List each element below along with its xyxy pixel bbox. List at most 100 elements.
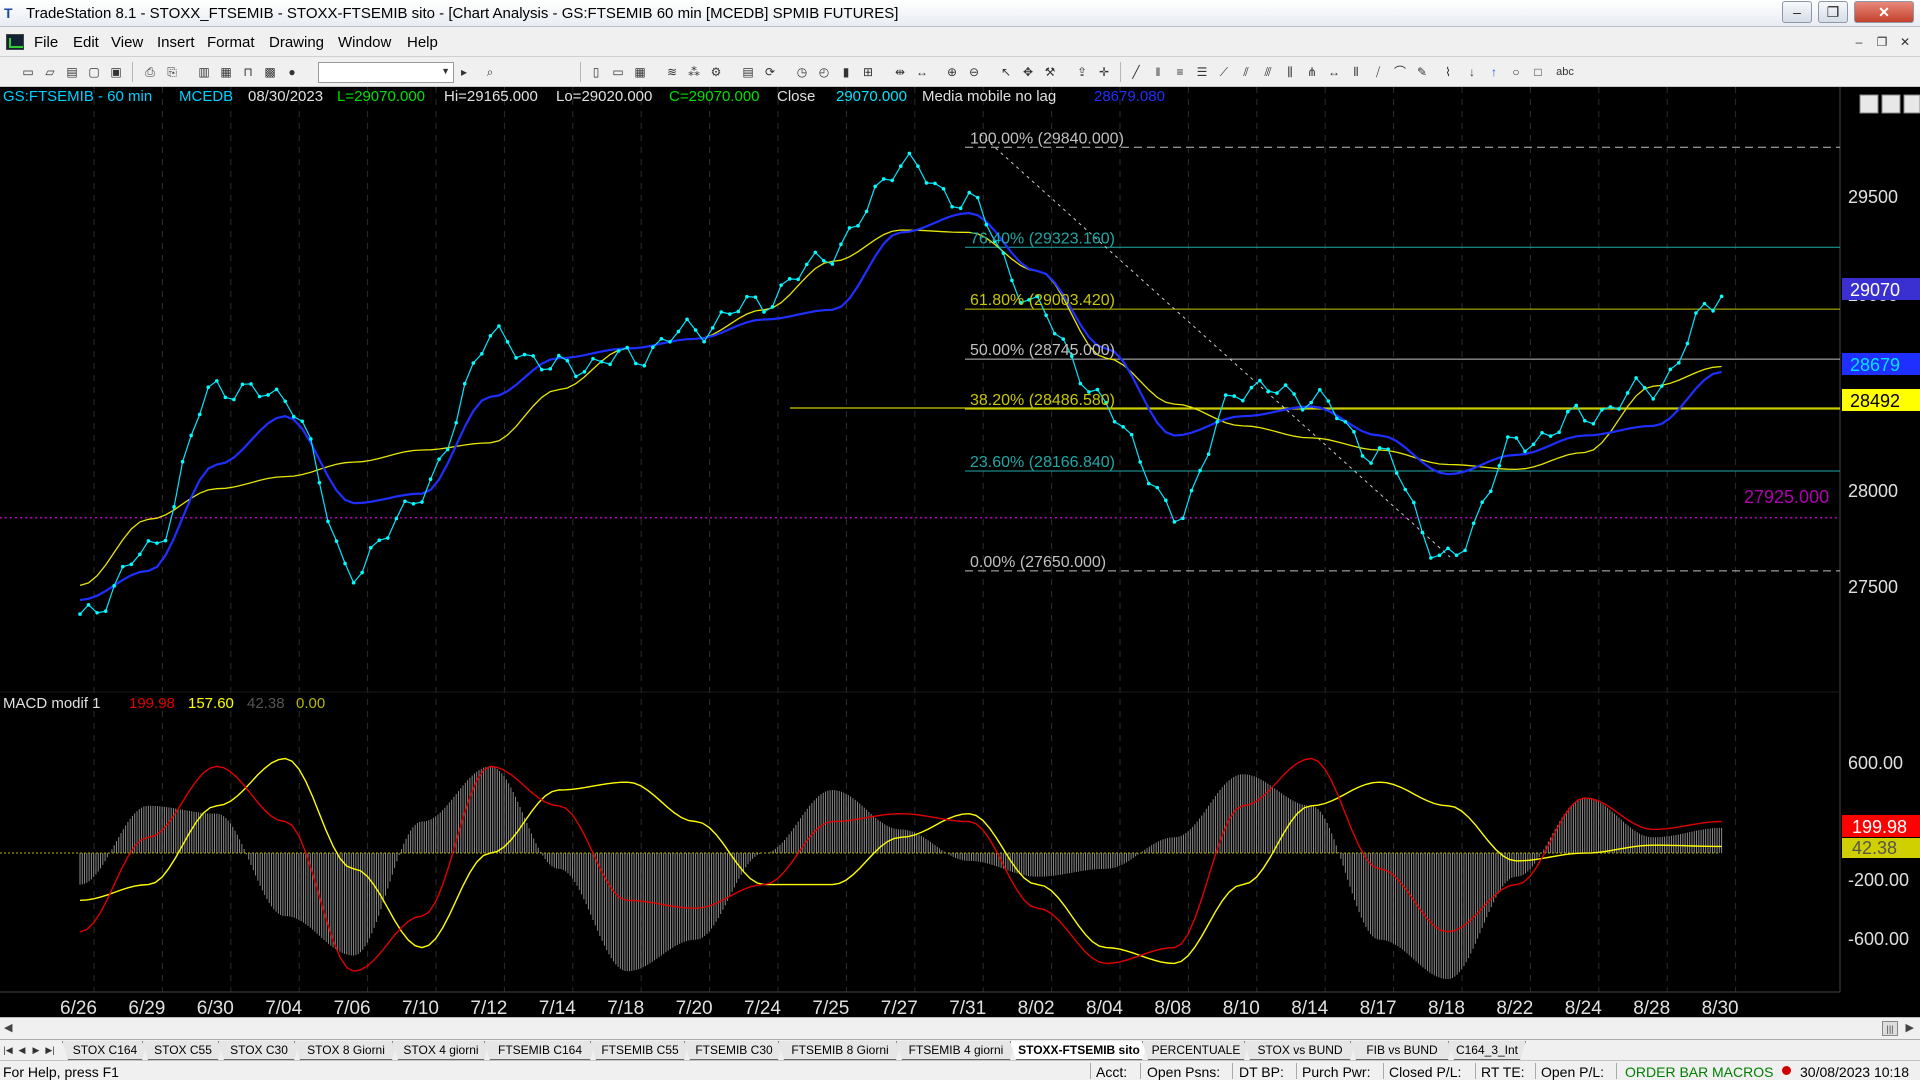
- scroll-right-icon[interactable]: ▶: [1906, 1021, 1914, 1034]
- workspace-tab[interactable]: FTSEMIB C164: [484, 1041, 596, 1060]
- tab-next-icon[interactable]: ▶: [30, 1043, 42, 1057]
- workspace-tab[interactable]: STOX C164: [62, 1041, 148, 1060]
- workspace-tab[interactable]: STOX C30: [218, 1041, 300, 1060]
- bar-chart-icon[interactable]: ▯: [588, 64, 604, 80]
- scroll-thumb[interactable]: |||: [1882, 1021, 1898, 1036]
- calculator-icon[interactable]: ▩: [262, 64, 278, 80]
- crosshair-icon[interactable]: ✛: [1096, 64, 1112, 80]
- workspace-tab[interactable]: STOX vs BUND: [1244, 1041, 1356, 1060]
- strategy-icon[interactable]: ⁂: [686, 64, 702, 80]
- new-workspace-icon[interactable]: ▢: [86, 64, 102, 80]
- chart-close-icon[interactable]: [1903, 94, 1920, 114]
- regression-icon[interactable]: ⫼: [1282, 64, 1298, 80]
- wrench-icon[interactable]: ⚒: [1042, 64, 1058, 80]
- workspace-tab[interactable]: STOX 8 Giorni: [294, 1041, 398, 1060]
- menu-drawing[interactable]: Drawing: [269, 34, 324, 51]
- gann-fan-icon[interactable]: ⟋: [1216, 64, 1232, 80]
- clock-icon[interactable]: ◴: [816, 64, 832, 80]
- workspace-tab[interactable]: STOX C55: [142, 1041, 224, 1060]
- channel-icon[interactable]: ⫻: [1260, 64, 1276, 80]
- menu-help[interactable]: Help: [407, 34, 438, 51]
- fib-arcs-icon[interactable]: ⌒: [1392, 64, 1408, 80]
- minimize-button[interactable]: –: [1782, 1, 1812, 23]
- arrow-up-icon[interactable]: ↑: [1486, 64, 1502, 80]
- window-tile-icon[interactable]: ▦: [218, 64, 234, 80]
- zoom-in-icon[interactable]: ⊕: [944, 64, 960, 80]
- go-arrow-icon[interactable]: ▸: [456, 64, 472, 80]
- indicator-icon[interactable]: ≋: [664, 64, 680, 80]
- open-icon[interactable]: ▱: [42, 64, 58, 80]
- mdi-close-icon[interactable]: ✕: [1896, 33, 1914, 51]
- workspace-tab[interactable]: FTSEMIB C55: [590, 1041, 690, 1060]
- chart-analysis-window[interactable]: GS:FTSEMIB - 60 min MCEDB 08/30/2023 L=2…: [0, 87, 1920, 1017]
- workspace-tab[interactable]: FTSEMIB C30: [684, 1041, 784, 1060]
- refresh-icon[interactable]: ⟳: [762, 64, 778, 80]
- volume-icon[interactable]: ▮: [838, 64, 854, 80]
- line-chart-icon[interactable]: ▭: [610, 64, 626, 80]
- workspace-tab[interactable]: FTSEMIB 4 giorni: [896, 1041, 1016, 1060]
- format-icon[interactable]: ⚙: [708, 64, 724, 80]
- menu-insert[interactable]: Insert: [157, 34, 195, 51]
- menu-format[interactable]: Format: [207, 34, 255, 51]
- folder-icon[interactable]: ▣: [108, 64, 124, 80]
- mdi-restore-icon[interactable]: ❐: [1873, 33, 1891, 51]
- new-icon[interactable]: ▭: [20, 64, 36, 80]
- rectangle-icon[interactable]: □: [1530, 64, 1546, 80]
- chart-restore-icon[interactable]: [1881, 94, 1901, 114]
- scale-icon[interactable]: ⊞: [860, 64, 876, 80]
- text-tool-icon[interactable]: abc: [1554, 64, 1576, 80]
- menu-view[interactable]: View: [111, 34, 143, 51]
- zoom-out-icon[interactable]: ⊖: [966, 64, 982, 80]
- curve-icon[interactable]: ⌇: [1440, 64, 1456, 80]
- maximize-button[interactable]: ❐: [1818, 1, 1848, 23]
- tab-first-icon[interactable]: |◀: [2, 1043, 14, 1057]
- pencil-icon[interactable]: ✎: [1414, 64, 1430, 80]
- print-preview-icon[interactable]: ⎘: [164, 64, 180, 80]
- horizontal-scrollbar[interactable]: ◀ ||| ▶: [0, 1017, 1920, 1039]
- window-icon[interactable]: ▥: [196, 64, 212, 80]
- trendline-icon[interactable]: ╱: [1128, 64, 1144, 80]
- alarm-icon[interactable]: ◷: [794, 64, 810, 80]
- tab-last-icon[interactable]: ▶|: [44, 1043, 56, 1057]
- symbol-combo[interactable]: [318, 62, 454, 83]
- vertical-lines-icon[interactable]: ‖: [1150, 64, 1166, 80]
- tab-prev-icon[interactable]: ◀: [16, 1043, 28, 1057]
- workspace-tab[interactable]: STOX 4 giorni: [392, 1041, 490, 1060]
- pointer-icon[interactable]: ↖: [998, 64, 1014, 80]
- data-window-icon[interactable]: ▤: [740, 64, 756, 80]
- lock-icon[interactable]: ⊓: [240, 64, 256, 80]
- arrow-down-icon[interactable]: ↓: [1464, 64, 1480, 80]
- andrews-pitchfork-icon[interactable]: ⋔: [1304, 64, 1320, 80]
- print-icon[interactable]: ⎙: [142, 64, 158, 80]
- horizontal-lines-icon[interactable]: ≡: [1172, 64, 1188, 80]
- export-icon[interactable]: ⇪: [1074, 64, 1090, 80]
- mdi-minimize-icon[interactable]: –: [1850, 33, 1868, 51]
- color-palette-icon[interactable]: ●: [284, 64, 300, 80]
- menu-file[interactable]: File: [34, 34, 58, 51]
- status-order-bar[interactable]: ORDER BAR: [1625, 1064, 1708, 1080]
- symbol-search-icon[interactable]: ⌕: [482, 64, 498, 80]
- ellipse-icon[interactable]: ○: [1508, 64, 1524, 80]
- status-macros[interactable]: MACROS: [1712, 1064, 1773, 1080]
- move-icon[interactable]: ✥: [1020, 64, 1036, 80]
- workspace-tab[interactable]: PERCENTUALE: [1142, 1041, 1250, 1060]
- menu-window[interactable]: Window: [338, 34, 391, 51]
- fib-timezone-icon[interactable]: ⦀: [1348, 64, 1364, 80]
- arrow-both-icon[interactable]: ↔: [1326, 64, 1342, 80]
- workspace-tab[interactable]: FIB vs BUND: [1350, 1041, 1454, 1060]
- price-chart-svg[interactable]: GS:FTSEMIB - 60 min MCEDB 08/30/2023 L=2…: [0, 87, 1920, 1017]
- menu-edit[interactable]: Edit: [73, 34, 99, 51]
- table-icon[interactable]: ▦: [632, 64, 648, 80]
- speed-lines-icon[interactable]: ⫽: [1238, 64, 1254, 80]
- workspace-tab[interactable]: C164_3_Int: [1448, 1041, 1526, 1060]
- workspace-tab[interactable]: FTSEMIB 8 Giorni: [778, 1041, 902, 1060]
- chart-window-icon[interactable]: [6, 34, 24, 50]
- open-workspace-icon[interactable]: ▤: [64, 64, 80, 80]
- workspace-tab[interactable]: STOXX-FTSEMIB sito: [1010, 1041, 1148, 1060]
- expand-icon[interactable]: ↔: [914, 64, 930, 80]
- parallel-lines-icon[interactable]: ⧸: [1370, 64, 1386, 80]
- chart-minimize-icon[interactable]: [1859, 94, 1879, 114]
- scroll-left-icon[interactable]: ◀: [4, 1021, 12, 1034]
- close-button[interactable]: ✕: [1854, 1, 1914, 23]
- hand-icon[interactable]: ⇹: [892, 64, 908, 80]
